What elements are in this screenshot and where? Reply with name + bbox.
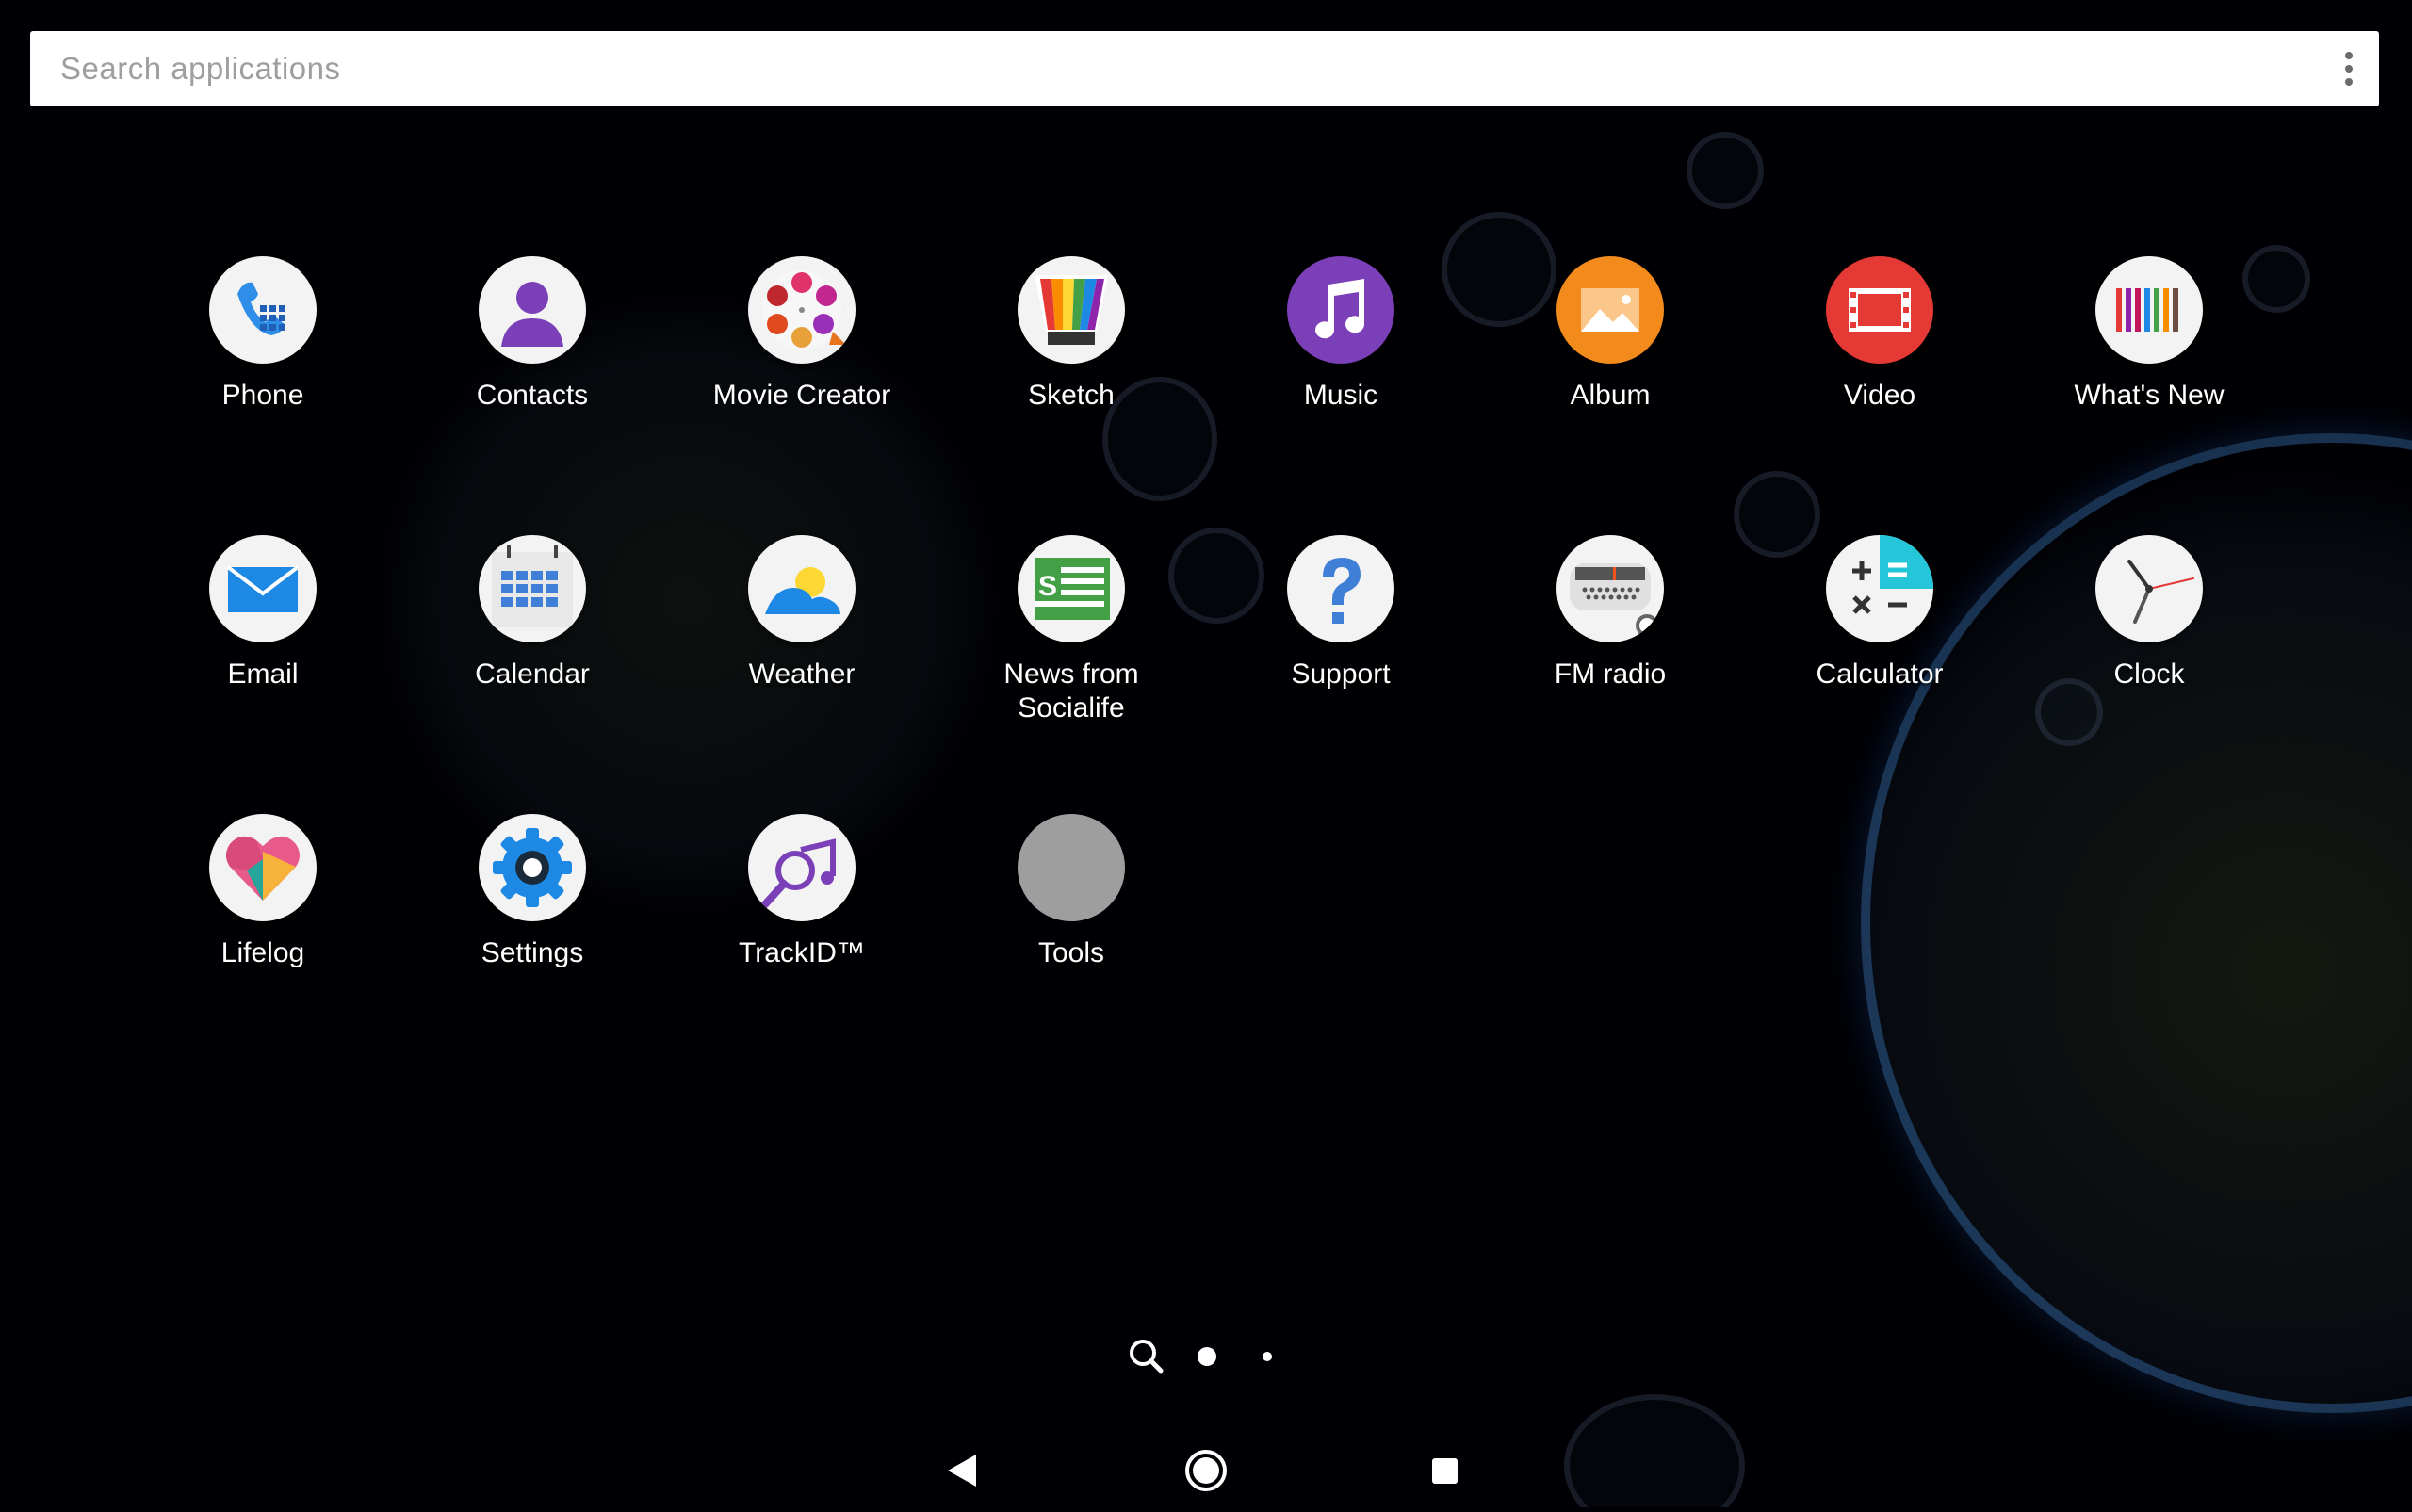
video-icon [1826,256,1933,364]
app-support[interactable]: Support [1206,535,1475,691]
back-icon[interactable] [948,1455,976,1487]
settings-icon [479,814,586,921]
app-album[interactable]: Album [1475,256,1745,413]
calendar-icon [479,535,586,642]
weather-icon [748,535,856,642]
app-label: Support [1291,658,1391,690]
album-icon [1556,256,1664,364]
home-icon[interactable] [1185,1450,1227,1491]
search-input[interactable]: Search applications [60,51,341,87]
whats-new-icon [2095,256,2203,364]
app-label: Tools [1037,937,1105,968]
music-icon [1287,256,1394,364]
page-indicator [1121,1333,1281,1380]
wallpaper-bubble [1687,132,1764,209]
search-bar[interactable]: Search applications [30,31,2379,106]
app-whats-new[interactable]: What's New [2014,256,2284,413]
app-sketch[interactable]: Sketch [937,256,1206,413]
app-label: Video [1843,380,1916,411]
support-icon [1287,535,1394,642]
page-dot-current[interactable] [1198,1347,1216,1366]
lifelog-icon [209,814,317,921]
email-icon [209,535,317,642]
app-tools-folder[interactable]: Tools [937,814,1206,970]
search-icon[interactable] [1130,1340,1164,1374]
app-label: Email [227,658,299,690]
app-settings[interactable]: Settings [398,814,667,970]
svg-text:S: S [1038,571,1057,602]
app-label: Weather [748,658,856,690]
app-label: Calendar [475,658,590,690]
sketch-icon [1018,256,1125,364]
app-trackid[interactable]: TrackID™ [667,814,937,970]
wallpaper [0,0,2412,1507]
recents-icon[interactable] [1432,1458,1458,1484]
app-label: Sketch [1028,380,1115,411]
folder-icon [1018,814,1125,921]
app-label: Movie Creator [712,380,891,411]
app-label: TrackID™ [739,937,865,968]
app-weather[interactable]: Weather [667,535,937,691]
movie-creator-icon [748,256,856,364]
app-label: Lifelog [220,937,305,968]
app-calendar[interactable]: Calendar [398,535,667,691]
app-label: Phone [221,380,304,411]
app-movie-creator[interactable]: Movie Creator [667,256,937,413]
app-label: Music [1303,380,1378,411]
navigation-bar [0,1423,2412,1507]
app-label: FM radio [1554,658,1667,690]
app-phone[interactable]: Phone [128,256,398,413]
app-clock[interactable]: Clock [2014,535,2284,691]
fm-radio-icon [1556,535,1664,642]
trackid-icon [748,814,856,921]
more-options-icon[interactable] [2341,52,2356,86]
app-label: Album [1570,380,1651,411]
app-label: What's New [2074,380,2225,411]
app-label: Clock [2113,658,2185,690]
app-label: Settings [481,937,584,968]
app-video[interactable]: Video [1745,256,2014,413]
page-dot[interactable] [1263,1352,1272,1361]
news-socialife-icon: S [1018,535,1125,642]
app-calculator[interactable]: Calculator [1745,535,2014,691]
phone-icon [209,256,317,364]
app-label: News from Socialife [1003,658,1139,723]
app-email[interactable]: Email [128,535,398,691]
app-contacts[interactable]: Contacts [398,256,667,413]
app-music[interactable]: Music [1206,256,1475,413]
contacts-icon [479,256,586,364]
calculator-icon [1826,535,1933,642]
app-fm-radio[interactable]: FM radio [1475,535,1745,691]
app-label: Contacts [476,380,589,411]
app-news-from-socialife[interactable]: S News from Socialife [937,535,1206,725]
clock-icon [2095,535,2203,642]
app-lifelog[interactable]: Lifelog [128,814,398,970]
app-label: Calculator [1816,658,1944,690]
